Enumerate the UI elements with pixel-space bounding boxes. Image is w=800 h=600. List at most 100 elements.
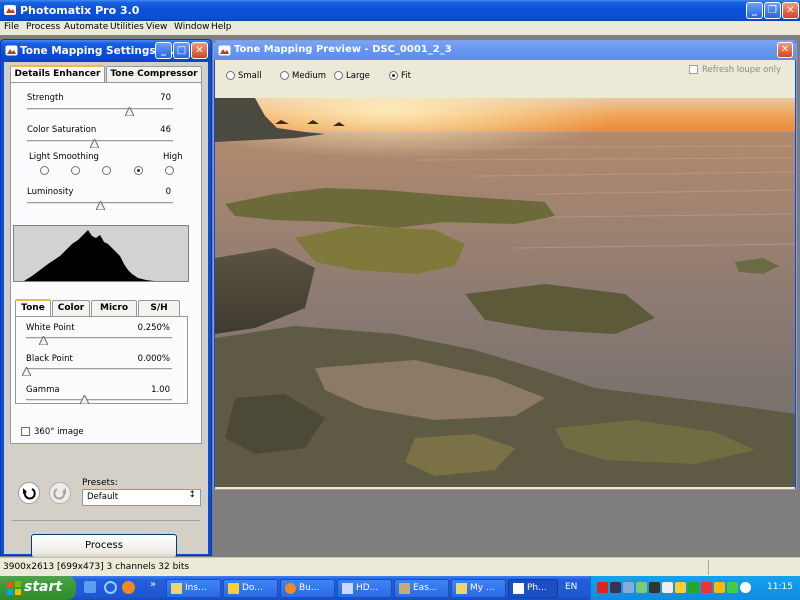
antivirus-icon[interactable] [597,582,608,593]
divider [12,520,200,521]
status-divider [708,560,709,575]
tray-app-icon[interactable] [662,582,673,593]
preview-image[interactable] [215,98,795,487]
light-smoothing-radio-3[interactable] [102,166,111,175]
black-point-slider-thumb[interactable] [21,367,31,376]
black-point-slider-track[interactable] [26,368,172,371]
histogram-graph [24,230,154,281]
settings-minimize-button[interactable]: _ [155,42,172,59]
subtab-micro[interactable]: Micro [91,300,137,316]
settings-close-button[interactable]: ✕ [191,42,208,59]
light-smoothing-radio-5[interactable] [165,166,174,175]
ati-icon[interactable] [701,582,712,593]
taskbar-button-label: Ph... [527,583,547,593]
size-radio-small[interactable] [226,71,235,80]
taskbar-button-do[interactable]: Do... [223,579,278,598]
subtab-color[interactable]: Color [52,300,90,316]
subtab-sh[interactable]: S/H [138,300,180,316]
menu-process[interactable]: Process [26,22,60,32]
firefox-icon[interactable] [122,581,135,594]
internet-explorer-icon[interactable] [104,581,117,594]
tray-app-icon[interactable] [636,582,647,593]
size-label-fit: Fit [401,71,411,81]
black-point-label: Black Point [26,354,73,364]
taskbar-button-my[interactable]: My ... [451,579,506,598]
preview-title-bar: Tone Mapping Preview - DSC_0001_2_3 ✕ [214,41,796,60]
restore-icon: ❐ [768,5,777,16]
taskbar-button-ph[interactable]: Ph... [508,579,558,598]
preview-title: Tone Mapping Preview - DSC_0001_2_3 [234,44,452,55]
volume-icon[interactable] [675,582,686,593]
gamma-slider-thumb[interactable] [79,395,89,404]
gamma-value: 1.00 [151,385,170,395]
subtab-tone[interactable]: Tone [15,299,51,317]
redo-button[interactable] [49,482,71,504]
photomatix-app-icon [513,583,524,594]
size-radio-medium[interactable] [280,71,289,80]
black-point-value: 0.000% [137,354,170,364]
tray-app-icon[interactable] [714,582,725,593]
menu-utilities[interactable]: Utilities [110,22,144,32]
printer-icon[interactable] [649,582,660,593]
size-label-medium: Medium [292,71,326,81]
taskbar-button-ins[interactable]: Ins... [166,579,221,598]
refresh-loupe-checkbox[interactable] [689,65,698,74]
menu-bar: File Process Automate Utilities View Win… [0,21,800,35]
strength-slider-track[interactable] [27,108,173,111]
update-icon[interactable] [740,582,751,593]
menu-window[interactable]: Window [174,22,210,32]
taskbar: start » Ins... Do... Bu... HD... Eas... … [0,576,800,600]
undo-button[interactable] [18,482,40,504]
white-point-slider-thumb[interactable] [39,336,49,345]
histogram [13,225,189,282]
taskbar-button-label: Do... [242,583,263,593]
color-saturation-slider-track[interactable] [27,140,173,143]
settings-maximize-button[interactable]: □ [173,42,190,59]
network-icon[interactable] [610,582,621,593]
security-shield-icon[interactable] [688,582,699,593]
white-point-value: 0.250% [137,323,170,333]
light-smoothing-radio-4[interactable] [134,166,143,175]
menu-help[interactable]: Help [211,22,232,32]
status-bar: 3900x2613 [699x473] 3 channels 32 bits [0,557,800,576]
color-saturation-slider-thumb[interactable] [89,139,99,148]
close-button[interactable]: ✕ [782,2,799,19]
close-icon: ✕ [780,44,790,55]
tray-app-icon[interactable] [727,582,738,593]
show-desktop-icon[interactable] [84,581,96,593]
maximize-icon: □ [176,45,187,56]
size-radio-large[interactable] [334,71,343,80]
light-smoothing-radio-1[interactable] [40,166,49,175]
minimize-icon: _ [161,45,166,56]
menu-view[interactable]: View [146,22,167,32]
program-icon [228,583,239,594]
menu-automate[interactable]: Automate [64,22,108,32]
display-icon[interactable] [623,582,634,593]
presets-select[interactable]: Default ↕ [82,489,201,506]
tab-tone-compressor[interactable]: Tone Compressor [106,66,202,82]
preview-close-button[interactable]: ✕ [777,42,793,58]
taskbar-button-eas[interactable]: Eas... [394,579,449,598]
program-icon [399,583,410,594]
start-button[interactable]: start [0,576,76,600]
minimize-button[interactable]: _ [746,2,763,19]
quick-launch-chevron-icon[interactable]: » [150,579,156,590]
taskbar-button-bu[interactable]: Bu... [280,579,335,598]
clock[interactable]: 11:15 [767,582,793,592]
tab-details-enhancer[interactable]: Details Enhancer [10,65,105,83]
strength-slider-thumb[interactable] [124,107,134,116]
color-saturation-label: Color Saturation [27,125,97,135]
menu-file[interactable]: File [4,22,19,32]
tone-mapping-preview-window: Tone Mapping Preview - DSC_0001_2_3 ✕ Sm… [213,40,797,490]
strength-label: Strength [27,93,64,103]
process-button[interactable]: Process [31,534,177,558]
taskbar-button-hd[interactable]: HD... [337,579,392,598]
luminosity-slider-thumb[interactable] [95,201,105,210]
size-radio-fit[interactable] [389,71,398,80]
image-360-checkbox[interactable] [21,427,30,436]
luminosity-value: 0 [165,187,171,197]
language-indicator[interactable]: EN [565,582,577,592]
gamma-slider-track[interactable] [26,399,172,402]
light-smoothing-radio-2[interactable] [71,166,80,175]
maximize-button[interactable]: ❐ [764,2,781,19]
